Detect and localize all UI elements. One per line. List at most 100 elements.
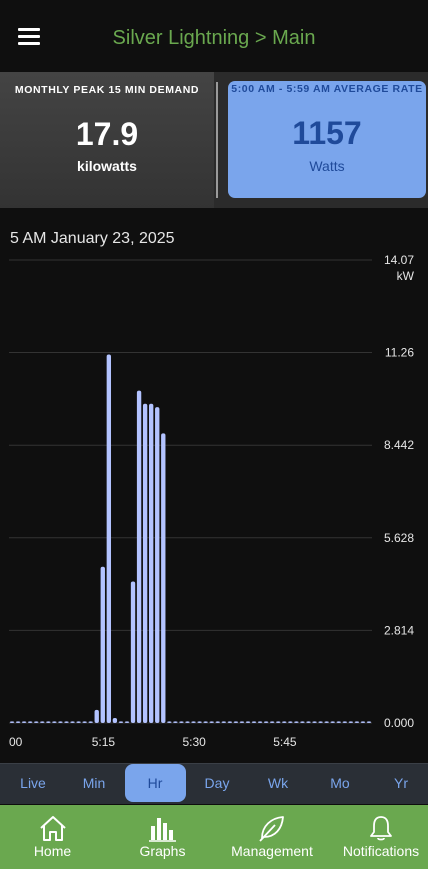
average-rate-unit: Watts — [309, 158, 345, 174]
x-tick-label: 5:45 — [273, 735, 297, 749]
nav-graphs[interactable]: Graphs — [110, 805, 215, 869]
chart-bar[interactable] — [197, 721, 202, 723]
chart-bar[interactable] — [118, 721, 124, 723]
tab-yr[interactable]: Yr — [371, 764, 428, 802]
y-tick-label: 0.000 — [384, 716, 414, 730]
chart-bar[interactable] — [94, 709, 99, 723]
range-tabs: Live Min Hr Day Wk Mo Yr — [0, 763, 428, 804]
tab-hr[interactable]: Hr — [124, 764, 186, 802]
chart-bar[interactable] — [52, 721, 57, 723]
chart-bar[interactable] — [173, 721, 178, 723]
chart-bar[interactable] — [155, 407, 160, 723]
tab-mo[interactable]: Mo — [310, 764, 371, 802]
chart-bar[interactable] — [70, 721, 75, 723]
chart-title: 5 AM January 23, 2025 — [10, 230, 175, 247]
chart-bar[interactable] — [179, 721, 184, 723]
chart-bar[interactable] — [9, 721, 15, 723]
chart-bar[interactable] — [34, 721, 39, 723]
monthly-peak-card: MONTHLY PEAK 15 MIN DEMAND 17.9 kilowatt… — [0, 72, 214, 208]
stats-panel: MONTHLY PEAK 15 MIN DEMAND 17.9 kilowatt… — [0, 72, 428, 208]
chart-bar[interactable] — [227, 721, 233, 723]
chart-bar[interactable] — [324, 721, 329, 723]
chart-bar[interactable] — [366, 721, 372, 723]
chart-bar[interactable] — [58, 721, 63, 723]
chart-bar[interactable] — [251, 721, 257, 723]
average-rate-value: 1157 — [292, 115, 362, 151]
chart-bar[interactable] — [300, 721, 305, 723]
chart-bar[interactable] — [28, 721, 33, 723]
chart-bar[interactable] — [88, 721, 93, 723]
chart-bar[interactable] — [21, 721, 27, 723]
chart-bar[interactable] — [233, 721, 239, 723]
chart-bar[interactable] — [82, 721, 87, 723]
chart-bar[interactable] — [203, 721, 208, 723]
page-title: Silver Lightning > Main — [112, 27, 316, 49]
chart-bar[interactable] — [64, 721, 69, 723]
chart-bar[interactable] — [100, 566, 105, 723]
nav-home[interactable]: Home — [0, 805, 105, 869]
y-tick-label: 14.07 — [384, 253, 414, 267]
nav-management-label: Management — [231, 843, 313, 859]
tab-live[interactable]: Live — [3, 764, 64, 802]
chart-bar[interactable] — [15, 721, 21, 723]
chart-bar[interactable] — [149, 403, 154, 723]
nav-notifications[interactable]: Notifications — [334, 805, 428, 869]
bottom-nav: Home Graphs Management Notifications — [0, 805, 428, 869]
tab-wk[interactable]: Wk — [248, 764, 309, 802]
chart-bar[interactable] — [318, 721, 323, 723]
chart-bar[interactable] — [185, 721, 190, 723]
chart-bar[interactable] — [124, 721, 130, 723]
chart-bar[interactable] — [270, 721, 275, 723]
bell-icon — [370, 816, 392, 841]
chart-bar[interactable] — [112, 718, 118, 723]
y-tick-label: 8.442 — [384, 438, 414, 452]
monthly-peak-unit: kilowatts — [77, 158, 137, 174]
chart-bar[interactable] — [336, 721, 341, 723]
chart-bar[interactable] — [239, 721, 245, 723]
tab-min[interactable]: Min — [64, 764, 125, 802]
chart-bar[interactable] — [209, 721, 214, 723]
chart-bar[interactable] — [306, 721, 311, 723]
x-tick-label: 00 — [9, 735, 23, 749]
tab-day[interactable]: Day — [187, 764, 248, 802]
y-tick-label: 2.814 — [384, 623, 414, 637]
nav-management[interactable]: Management — [218, 805, 326, 869]
nav-home-label: Home — [33, 843, 72, 859]
chart-bar[interactable] — [40, 721, 45, 723]
y-tick-label: 5.628 — [384, 531, 414, 545]
monthly-peak-value: 17.9 — [75, 116, 139, 152]
chart-bar[interactable] — [106, 354, 112, 723]
chart-bar[interactable] — [167, 721, 172, 723]
chart-bar[interactable] — [288, 721, 293, 723]
chart-bar[interactable] — [330, 721, 335, 723]
chart-bar[interactable] — [348, 721, 354, 723]
chart-bar[interactable] — [215, 721, 220, 723]
chart-bar[interactable] — [142, 403, 148, 723]
app-header: Silver Lightning > Main — [0, 0, 428, 72]
x-tick-label: 5:15 — [92, 735, 116, 749]
chart-bar[interactable] — [161, 433, 166, 723]
chart-bar[interactable] — [263, 721, 269, 723]
chart-bar[interactable] — [342, 721, 347, 723]
chart-bar[interactable] — [360, 721, 366, 723]
y-axis-unit: kW — [397, 269, 415, 283]
home-icon — [39, 816, 66, 841]
chart-bar[interactable] — [76, 721, 81, 723]
chart-bar[interactable] — [312, 721, 317, 723]
monthly-peak-label: MONTHLY PEAK 15 MIN DEMAND — [14, 84, 200, 96]
average-rate-label: 5:00 AM - 5:59 AM AVERAGE RATE — [231, 83, 423, 95]
chart-bar[interactable] — [221, 721, 226, 723]
nav-notifications-label: Notifications — [342, 843, 420, 859]
chart-bar[interactable] — [130, 581, 136, 724]
bar-chart-icon — [148, 818, 176, 842]
usage-bar-chart[interactable]: 14.07 11.26 8.442 5.628 2.814 0.000 kW 00 5:15 5:… — [0, 208, 428, 763]
chart-bar[interactable] — [245, 721, 251, 723]
chart-bar[interactable] — [257, 721, 263, 723]
chart-bar[interactable] — [294, 721, 299, 723]
chart-bar[interactable] — [276, 721, 281, 723]
chart-bar[interactable] — [354, 721, 360, 723]
chart-bar[interactable] — [282, 721, 287, 723]
chart-bar[interactable] — [191, 721, 196, 723]
chart-bar[interactable] — [46, 721, 51, 723]
chart-bar[interactable] — [136, 390, 142, 723]
